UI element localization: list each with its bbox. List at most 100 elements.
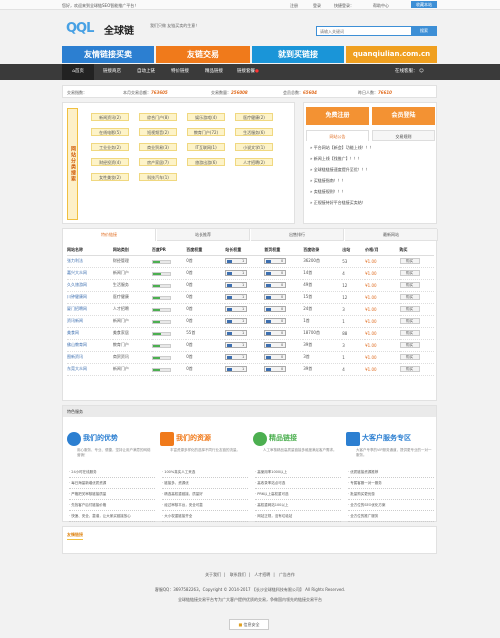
logo-text[interactable]: 全球链 xyxy=(104,22,134,37)
banner-3[interactable]: 就到买链接 xyxy=(252,46,344,63)
tab-special-links[interactable]: 特价链接 xyxy=(63,229,156,241)
pr-bar-fill xyxy=(152,356,160,359)
category-item[interactable]: 新闻资讯(2) xyxy=(91,113,129,121)
buy-button[interactable]: 购买 xyxy=(399,258,420,264)
tab-announcements[interactable]: 网站公告 xyxy=(306,130,369,141)
outbound-count: 1 xyxy=(342,315,366,328)
announcement-item[interactable]: » 平台网站【新会】功能上线！！！ xyxy=(310,145,374,151)
links-table: 网站名称 网站类别 百度PR 百度权重 站长权重 首页权重 百度收录 出站 价格/月 购买 张力利… xyxy=(67,245,434,376)
help-center-link[interactable]: 帮助中心 xyxy=(373,3,389,9)
nav-package[interactable]: 链接套餐● xyxy=(232,64,264,80)
service-list-item: · 高使用率1000以上 xyxy=(255,467,341,478)
pr-bar-fill xyxy=(152,308,160,311)
tab-ranking[interactable]: 出售排行 xyxy=(251,229,344,241)
banner-4[interactable]: quanqiulian.com.cn xyxy=(346,46,437,63)
buy-button[interactable]: 购买 xyxy=(399,270,420,276)
category-item[interactable]: 商业贸易(3) xyxy=(139,143,177,151)
footer-contact[interactable]: 联系我们 xyxy=(230,572,246,577)
category-item[interactable]: 医疗健康(2) xyxy=(235,113,273,121)
security-badge[interactable]: ■ 信息安全 xyxy=(229,619,269,630)
banner-2[interactable]: 友链交易 xyxy=(156,46,250,63)
service-list-item: · 先找客户后付链接价格 xyxy=(69,500,155,511)
tab-recommended[interactable]: 站长推荐 xyxy=(157,229,250,241)
buy-button[interactable]: 购买 xyxy=(399,330,420,336)
announcement-item[interactable]: » 全球链链接速度提升至优！！！ xyxy=(310,167,370,173)
pr-bar-fill xyxy=(152,296,160,299)
register-link[interactable]: 注册 xyxy=(290,3,298,9)
category-item[interactable]: 生活服务(6) xyxy=(235,128,273,136)
weight-badge: 0 xyxy=(264,294,287,300)
category-item[interactable]: 在线电影(5) xyxy=(91,128,129,136)
buy-button[interactable]: 购买 xyxy=(399,354,420,360)
table-row: 厦门招聘网 人才招聘 0首 1 0 24首 3 ¥1.00 购买 xyxy=(67,303,434,316)
nav-premium[interactable]: 精品链接 xyxy=(198,64,230,80)
category-item[interactable]: 科技汽车(1) xyxy=(139,173,177,181)
quick-login[interactable]: 快捷登录： xyxy=(334,3,354,9)
category-item[interactable]: 短视频音(2) xyxy=(139,128,177,136)
favorite-button[interactable]: 收藏本站 xyxy=(411,1,437,8)
category-item[interactable]: 人才招聘(2) xyxy=(235,158,273,166)
site-name-link[interactable]: 川钟健康网 xyxy=(67,291,113,304)
site-name-link[interactable]: 东莞大众网 xyxy=(67,363,113,376)
buy-cell: 购买 xyxy=(399,303,434,316)
buy-button[interactable]: 购买 xyxy=(399,306,420,312)
site-name-link[interactable]: 图新资讯 xyxy=(67,351,113,364)
nav-special[interactable]: 特价链接 xyxy=(164,64,196,80)
weight-icon xyxy=(266,296,272,299)
category-item[interactable]: IT互联网(1) xyxy=(187,143,225,151)
site-name-link[interactable]: 资讯新闻 xyxy=(67,315,113,328)
buy-button[interactable]: 购买 xyxy=(399,366,420,372)
weight-icon xyxy=(227,296,233,299)
buy-button[interactable]: 购买 xyxy=(399,342,420,348)
announcement-item[interactable]: » 卖链接规则！！！ xyxy=(310,189,346,195)
login-link[interactable]: 登录 xyxy=(313,3,321,9)
footer-about[interactable]: 关于我们 xyxy=(205,572,221,577)
footer-ads[interactable]: 广告合作 xyxy=(279,572,295,577)
webmaster-weight-cell: 1 xyxy=(225,363,265,376)
site-name-link[interactable]: 久久旅游网 xyxy=(67,279,113,292)
weight-badge: 1 xyxy=(225,318,248,324)
category-item[interactable]: 教育门户(72) xyxy=(187,128,225,136)
site-name-link[interactable]: 张力利法 xyxy=(67,255,113,268)
category-item[interactable]: 女性美妆(2) xyxy=(91,173,129,181)
buy-button[interactable]: 购买 xyxy=(399,294,420,300)
weight-badge: 1 xyxy=(225,282,248,288)
buy-button[interactable]: 购买 xyxy=(399,318,420,324)
service-icon xyxy=(253,432,267,446)
register-button[interactable]: 免费注册 xyxy=(306,107,369,125)
webmaster-weight-cell: 1 xyxy=(225,267,265,280)
member-login-button[interactable]: 会员登陆 xyxy=(372,107,435,125)
banner-1[interactable]: 友情链接买卖 xyxy=(62,46,154,63)
site-name-link[interactable]: 佛山教育网 xyxy=(67,339,113,352)
category-item[interactable]: 房产家居(7) xyxy=(139,158,177,166)
category-item[interactable]: 旅游出游(6) xyxy=(187,158,225,166)
search-input[interactable] xyxy=(317,27,387,35)
category-item[interactable]: 财经投资(4) xyxy=(91,158,129,166)
category-item[interactable]: 综合门户(8) xyxy=(139,113,177,121)
buy-button[interactable]: 购买 xyxy=(399,282,420,288)
footer-jobs[interactable]: 人才招聘 xyxy=(254,572,270,577)
weight-icon xyxy=(266,332,272,335)
nav-home[interactable]: ⌂首页 xyxy=(62,64,94,80)
nav-link-store[interactable]: 链接商店 xyxy=(96,64,128,80)
announcement-item[interactable]: » 新闻上线【找推广】！！！ xyxy=(310,156,362,162)
site-name-link[interactable]: 嘉兴大众网 xyxy=(67,267,113,280)
category-item[interactable]: 娱乐游戏(4) xyxy=(187,113,225,121)
home-weight-cell: 0 xyxy=(264,291,304,304)
tab-rules[interactable]: 交易规则 xyxy=(372,130,435,141)
site-name-link[interactable]: 厦门招聘网 xyxy=(67,303,113,316)
search-button[interactable]: 搜索 xyxy=(411,26,437,36)
baidu-weight: 0首 xyxy=(186,303,226,316)
announcement-item[interactable]: » 正规接待好平台链接买卖结！ xyxy=(310,200,366,206)
online-service[interactable]: 在线客服： ☺ xyxy=(395,64,424,80)
tab-latest[interactable]: 最新网站 xyxy=(345,229,438,241)
announcement-item[interactable]: » 买链接指南！！！ xyxy=(310,178,346,184)
logo-mark[interactable]: QQL xyxy=(66,21,94,36)
category-item[interactable]: 工业业务(2) xyxy=(91,143,129,151)
site-name-link[interactable]: 美食网 xyxy=(67,327,113,340)
price: ¥1.00 xyxy=(365,267,400,280)
nav-auto-link[interactable]: 自动上链 xyxy=(130,64,162,80)
table-row: 图新资讯 商贸资讯 0首 1 0 3首 1 ¥1.00 购买 xyxy=(67,351,434,364)
price: ¥1.00 xyxy=(365,327,400,340)
category-item[interactable]: 小说文学(1) xyxy=(235,143,273,151)
